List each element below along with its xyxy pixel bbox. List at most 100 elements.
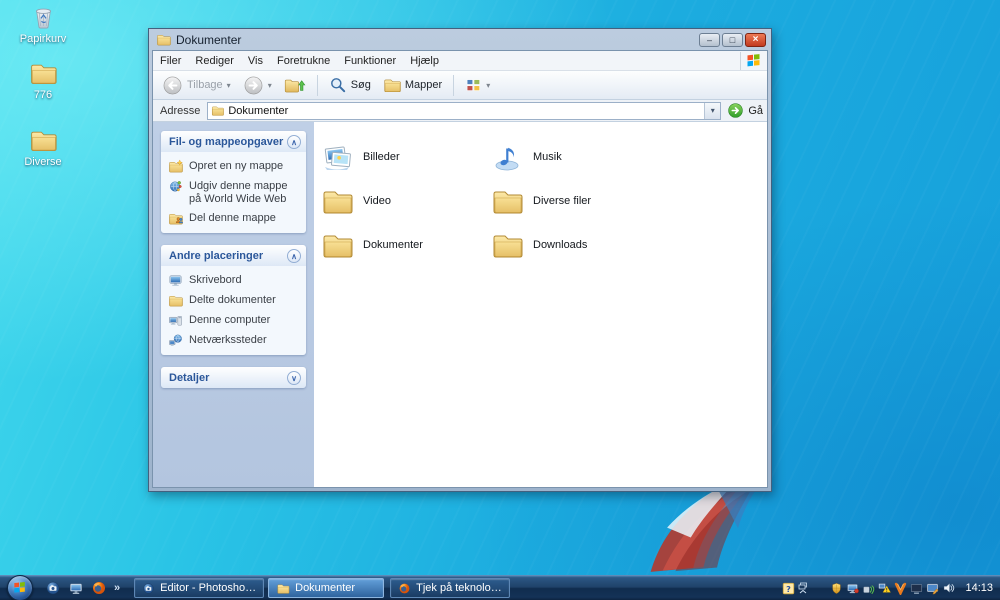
menu-bar: Filer Rediger Vis Foretrukne Funktioner … (153, 51, 767, 71)
window-folder-icon (156, 32, 171, 47)
place-label: Skrivebord (189, 274, 242, 287)
file-tile-billeder[interactable]: Billeder (320, 135, 490, 179)
photo-editor-icon[interactable] (45, 580, 61, 596)
desktop-icon-recycle-bin[interactable]: Papirkurv (8, 4, 78, 45)
task-publish-folder-web[interactable]: Udgiv denne mappe på World Wide Web (168, 180, 301, 206)
folder-icon (29, 126, 57, 154)
menu-vis[interactable]: Vis (241, 52, 270, 70)
forward-button[interactable]: ▾ (239, 73, 276, 98)
task-share-folder[interactable]: Del denne mappe (168, 212, 301, 226)
file-tile-dokumenter[interactable]: Dokumenter (320, 223, 490, 267)
panel-title: Fil- og mappeopgaver (169, 136, 283, 148)
desktop-icon-776[interactable]: 776 (8, 59, 78, 101)
folder-up-icon (284, 75, 306, 95)
back-label: Tilbage (187, 79, 223, 91)
network-warning-icon[interactable] (878, 582, 891, 595)
up-folder-button[interactable] (280, 73, 310, 97)
taskbar-button-label: Dokumenter (295, 582, 355, 594)
menu-filer[interactable]: Filer (153, 52, 188, 70)
address-bar: Adresse Dokumenter ▾ Gå (153, 100, 767, 122)
toolbar: Tilbage ▾ ▾ Søg (153, 71, 767, 100)
place-label: Delte dokumenter (189, 294, 276, 307)
folders-label: Mapper (405, 79, 442, 91)
quick-launch: » (45, 580, 120, 596)
task-label: Opret en ny mappe (189, 160, 283, 173)
panel-other-places: Andre placeringer ∧ Skrivebord Delte dok… (161, 245, 306, 355)
chevron-up-icon: ∧ (287, 249, 301, 263)
place-network[interactable]: Netværkssteder (168, 334, 301, 348)
taskbar-button-firefox[interactable]: Tjek på teknologien - ... (390, 578, 510, 598)
chevron-up-icon: ∧ (287, 135, 301, 149)
panel-header-details[interactable]: Detaljer ∨ (161, 367, 306, 388)
place-desktop[interactable]: Skrivebord (168, 274, 301, 288)
desktop-monitor-icon (168, 273, 183, 288)
system-tray: ? (782, 581, 1000, 595)
views-button[interactable]: ▾ (461, 75, 494, 96)
go-button[interactable]: Gå (727, 102, 763, 119)
file-tile-video[interactable]: Video (320, 179, 490, 223)
file-tile-downloads[interactable]: Downloads (490, 223, 660, 267)
folders-button[interactable]: Mapper (379, 74, 446, 96)
start-button[interactable] (7, 575, 33, 600)
firefox-icon (398, 582, 411, 595)
my-computer-icon (168, 313, 183, 328)
title-bar[interactable]: Dokumenter – □ × (152, 29, 768, 50)
maximize-button[interactable]: □ (722, 33, 743, 47)
volume-icon[interactable] (942, 581, 956, 595)
task-label: Del denne mappe (189, 212, 276, 225)
taskbar-buttons: Editor - Photoshop Ele... Dokumenter Tje… (134, 578, 510, 598)
help-icon[interactable]: ? (782, 582, 795, 595)
back-caret-icon: ▾ (227, 81, 231, 90)
device-signal-icon[interactable] (862, 582, 875, 595)
panel-header-file-tasks[interactable]: Fil- og mappeopgaver ∧ (161, 131, 306, 152)
address-dropdown-button[interactable]: ▾ (704, 103, 720, 119)
file-name: Diverse filer (533, 195, 591, 207)
v-icon[interactable] (894, 582, 907, 595)
place-label: Netværkssteder (189, 334, 267, 347)
search-button[interactable]: Søg (325, 74, 375, 96)
share-folder-icon (168, 211, 183, 226)
minimize-button[interactable]: – (699, 33, 720, 47)
folder-icon (383, 76, 401, 94)
desktop-icon-label: 776 (8, 89, 78, 101)
new-folder-icon (168, 159, 183, 174)
monitor-icon[interactable] (910, 582, 923, 595)
place-my-computer[interactable]: Denne computer (168, 314, 301, 328)
folder-icon (276, 582, 290, 595)
music-icon (490, 141, 524, 173)
explorer-window: Dokumenter – □ × Filer Rediger Vis Foret… (148, 28, 772, 492)
taskbar-button-photoshop[interactable]: Editor - Photoshop Ele... (134, 578, 264, 598)
monitor-pen-icon[interactable] (926, 582, 939, 595)
back-arrow-icon (162, 75, 183, 96)
taskbar-clock[interactable]: 14:13 (965, 582, 993, 594)
task-create-new-folder[interactable]: Opret en ny mappe (168, 160, 301, 174)
file-tile-musik[interactable]: Musik (490, 135, 660, 179)
taskbar-button-label: Editor - Photoshop Ele... (160, 582, 256, 594)
close-button[interactable]: × (745, 33, 766, 47)
place-shared-documents[interactable]: Delte dokumenter (168, 294, 301, 308)
chevron-down-icon: ∨ (287, 371, 301, 385)
taskbar-button-dokumenter[interactable]: Dokumenter (268, 578, 384, 598)
file-name: Downloads (533, 239, 587, 251)
firefox-icon[interactable] (91, 580, 107, 596)
back-button[interactable]: Tilbage ▾ (158, 73, 235, 98)
menu-funktioner[interactable]: Funktioner (337, 52, 403, 70)
show-desktop-icon[interactable] (68, 581, 84, 596)
shared-documents-folder-icon (168, 293, 183, 308)
quick-launch-overflow-chevron[interactable]: » (114, 582, 120, 594)
folder-icon (490, 229, 524, 261)
menu-foretrukne[interactable]: Foretrukne (270, 52, 337, 70)
menu-hjaelp[interactable]: Hjælp (403, 52, 446, 70)
desktop-icon-diverse[interactable]: Diverse (8, 126, 78, 168)
network-places-icon (168, 333, 183, 348)
menu-rediger[interactable]: Rediger (188, 52, 241, 70)
remote-computer-icon[interactable] (846, 582, 859, 595)
publish-web-globe-icon (168, 179, 183, 194)
folder-icon (29, 59, 57, 87)
photo-editor-icon (142, 582, 155, 595)
file-tile-diverse-filer[interactable]: Diverse filer (490, 179, 660, 223)
panel-header-other-places[interactable]: Andre placeringer ∧ (161, 245, 306, 266)
address-input[interactable]: Dokumenter ▾ (207, 102, 721, 120)
expand-tray-icon[interactable] (798, 582, 808, 594)
shield-icon[interactable] (830, 582, 843, 595)
